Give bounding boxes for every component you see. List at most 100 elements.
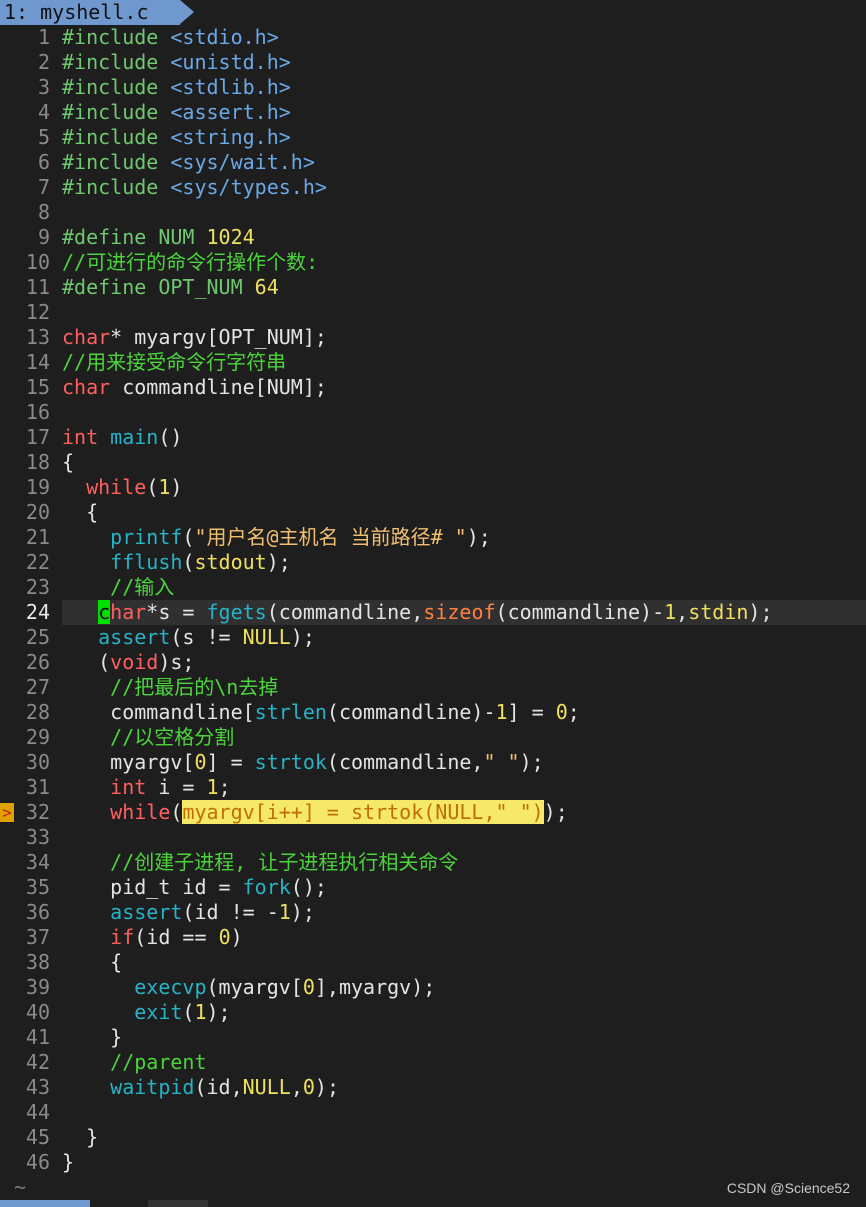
code-line[interactable]: 18 { — [0, 450, 866, 475]
code-token: char — [62, 325, 111, 349]
code-line[interactable]: 4 #include <assert.h> — [0, 100, 866, 125]
line-number: 25 — [25, 625, 50, 649]
line-text: } — [62, 1125, 866, 1150]
code-token: char — [62, 375, 111, 399]
code-token: //创建子进程, 让子进程执行相关命令 — [110, 850, 459, 874]
line-number: 36 — [25, 900, 50, 924]
line-number: 39 — [25, 975, 50, 999]
code-line[interactable]: 5 #include <string.h> — [0, 125, 866, 150]
code-token: (commandline)- — [495, 600, 665, 624]
code-token: //输入 — [110, 575, 175, 599]
code-line[interactable]: 2 #include <unistd.h> — [0, 50, 866, 75]
line-text: //可进行的命令行操作个数: — [62, 250, 866, 275]
code-line[interactable]: 3 #include <stdlib.h> — [0, 75, 866, 100]
code-line[interactable]: 45 } — [0, 1125, 866, 1150]
code-line[interactable]: 20 { — [0, 500, 866, 525]
code-line[interactable]: 8 — [0, 200, 866, 225]
line-text: #include <stdio.h> — [62, 25, 866, 50]
code-line[interactable]: 33 — [0, 825, 866, 850]
code-line[interactable]: 44 — [0, 1100, 866, 1125]
code-token: #include — [62, 100, 171, 124]
line-text: int i = 1; — [62, 775, 866, 800]
code-line[interactable]: 9 #define NUM 1024 — [0, 225, 866, 250]
code-token: " " — [483, 750, 520, 774]
code-line[interactable]: 11 #define OPT_NUM 64 — [0, 275, 866, 300]
code-token: ); — [206, 1000, 231, 1024]
line-text: assert(s != NULL); — [62, 625, 866, 650]
line-number: 43 — [25, 1075, 50, 1099]
code-token: if — [110, 925, 135, 949]
code-token: //以空格分割 — [110, 725, 235, 749]
code-line[interactable]: 23 //输入 — [0, 575, 866, 600]
line-number: 4 — [37, 100, 50, 124]
code-token: fgets — [206, 600, 267, 624]
line-number: 41 — [25, 1025, 50, 1049]
line-number: 15 — [25, 375, 50, 399]
code-line[interactable]: 30 myargv[0] = strtok(commandline," "); — [0, 750, 866, 775]
code-token: #define NUM — [62, 225, 207, 249]
code-line[interactable]: 28 commandline[strlen(commandline)-1] = … — [0, 700, 866, 725]
code-line[interactable]: 6 #include <sys/wait.h> — [0, 150, 866, 175]
line-number: 2 — [37, 50, 50, 74]
line-number: 18 — [25, 450, 50, 474]
code-line[interactable]: 14 //用来接受命令行字符串 — [0, 350, 866, 375]
code-token: * myargv[OPT_NUM]; — [110, 325, 327, 349]
code-token: strlen — [254, 700, 327, 724]
code-line[interactable]: 37 if(id == 0) — [0, 925, 866, 950]
line-text: execvp(myargv[0],myargv); — [62, 975, 866, 1000]
code-token: ) — [170, 475, 183, 499]
code-line[interactable]: 40 exit(1); — [0, 1000, 866, 1025]
code-line[interactable]: 38 { — [0, 950, 866, 975]
line-text: fflush(stdout); — [62, 550, 866, 575]
code-line[interactable]: 24 char*s = fgets(commandline,sizeof(com… — [0, 600, 866, 625]
code-line[interactable]: 27 //把最后的\n去掉 — [0, 675, 866, 700]
code-line[interactable]: 42 //parent — [0, 1050, 866, 1075]
line-text: { — [62, 450, 866, 475]
code-line[interactable]: 16 — [0, 400, 866, 425]
code-line[interactable]: 12 — [0, 300, 866, 325]
code-line[interactable]: 31 int i = 1; — [0, 775, 866, 800]
code-line[interactable]: 34 //创建子进程, 让子进程执行相关命令 — [0, 850, 866, 875]
code-token: *s = — [146, 600, 207, 624]
code-line[interactable]: 19 while(1) — [0, 475, 866, 500]
line-text — [62, 400, 866, 425]
code-line[interactable]: 10 //可进行的命令行操作个数: — [0, 250, 866, 275]
code-token: (commandline)- — [326, 700, 496, 724]
code-token: (id == — [134, 925, 219, 949]
code-line[interactable]: 13 char* myargv[OPT_NUM]; — [0, 325, 866, 350]
code-token: } — [62, 1125, 99, 1149]
code-token: <stdlib.h> — [170, 75, 291, 99]
code-line[interactable]: >32 while(myargv[i++] = strtok(NULL," ")… — [0, 800, 866, 825]
line-text: commandline[strlen(commandline)-1] = 0; — [62, 700, 866, 725]
code-line[interactable]: 1 #include <stdio.h> — [0, 25, 866, 50]
code-editor[interactable]: 1 #include <stdio.h> 2 #include <unistd.h> 3… — [0, 25, 866, 1175]
line-number: 31 — [25, 775, 50, 799]
file-tab[interactable]: 1: myshell.c — [0, 0, 194, 25]
code-token: ( — [182, 1000, 195, 1024]
code-token: NULL — [242, 625, 291, 649]
code-token: , — [676, 600, 689, 624]
code-line[interactable]: 17 int main() — [0, 425, 866, 450]
code-line[interactable]: 21 printf("用户名@主机名 当前路径# "); — [0, 525, 866, 550]
code-line[interactable]: 26 (void)s; — [0, 650, 866, 675]
code-line[interactable]: 29 //以空格分割 — [0, 725, 866, 750]
code-line[interactable]: 7 #include <sys/types.h> — [0, 175, 866, 200]
code-line[interactable]: 43 waitpid(id,NULL,0); — [0, 1075, 866, 1100]
code-token: 1 — [158, 475, 171, 499]
code-line[interactable]: 36 assert(id != -1); — [0, 900, 866, 925]
code-token: 64 — [254, 275, 279, 299]
code-line[interactable]: 22 fflush(stdout); — [0, 550, 866, 575]
code-line[interactable]: 15 char commandline[NUM]; — [0, 375, 866, 400]
code-line[interactable]: 46} — [0, 1150, 866, 1175]
code-line[interactable]: 41 } — [0, 1025, 866, 1050]
code-line[interactable]: 39 execvp(myargv[0],myargv); — [0, 975, 866, 1000]
line-number: 42 — [25, 1050, 50, 1074]
code-token: main — [110, 425, 159, 449]
code-line[interactable]: 25 assert(s != NULL); — [0, 625, 866, 650]
code-line[interactable]: 35 pid_t id = fork(); — [0, 875, 866, 900]
